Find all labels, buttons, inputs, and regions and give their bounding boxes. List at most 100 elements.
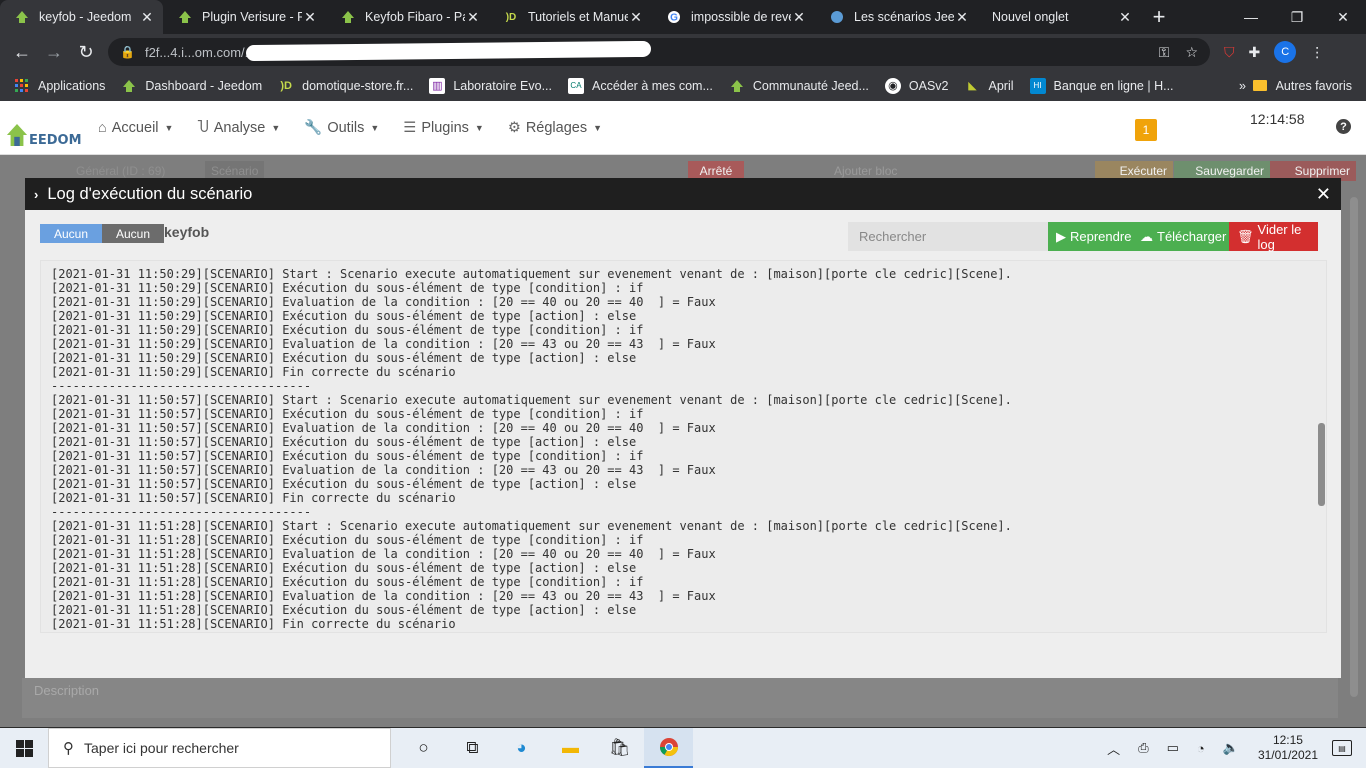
address-bar[interactable]: 🔒 f2f...4.i...om.com/... ⚿ ☆ <box>108 38 1210 66</box>
key-icon[interactable]: ⚿ <box>1159 44 1170 61</box>
lock-icon[interactable]: 🔒 <box>120 45 135 59</box>
log-separator: ------------------------------------ <box>51 505 312 519</box>
message-badge[interactable]: 1 <box>1135 119 1157 141</box>
resume-button[interactable]: ▶ Reprendre <box>1048 222 1132 251</box>
menu-label: Analyse <box>213 119 266 136</box>
filter-label-1[interactable]: Aucun <box>40 224 103 243</box>
cortana-icon[interactable]: ○ <box>399 728 448 768</box>
log-search-input[interactable]: Rechercher <box>848 222 1048 251</box>
bookmark-item[interactable]: Dashboard - Jeedom <box>121 78 262 94</box>
jeedom-page: EEDOM ⌂ Accueil ▼ Ⴎ Analyse ▼ 🔧 Outils ▼ ☰ Plug… <box>0 101 1366 727</box>
google-favicon-icon: G <box>666 9 682 25</box>
browser-tab[interactable]: )D Tutoriels et Manue ✕ <box>489 0 652 34</box>
new-tab-button[interactable]: + <box>1141 0 1177 34</box>
bookmark-item[interactable]: CA Accéder à mes com... <box>567 77 713 94</box>
file-explorer-icon[interactable]: ▬ <box>546 728 595 768</box>
bookmark-label: Communauté Jeed... <box>752 78 869 93</box>
menu-accueil[interactable]: ⌂ Accueil ▼ <box>98 119 173 136</box>
tab-close-icon[interactable]: ✕ <box>954 9 970 26</box>
window-close-icon[interactable]: ✕ <box>1320 0 1366 34</box>
task-view-icon[interactable]: ⧉ <box>448 728 497 768</box>
wifi-icon[interactable]: ◔ <box>1197 741 1205 756</box>
modal-title: Log d'exécution du scénario <box>47 184 253 203</box>
taskbar-search-input[interactable]: ⚲ Taper ici pour rechercher <box>48 728 391 768</box>
log-line: [2021-01-31 11:50:57][SCENARIO] Exécutio… <box>51 477 637 491</box>
other-bookmarks-button[interactable]: Autres favoris <box>1252 79 1352 93</box>
profile-avatar[interactable]: C <box>1274 41 1297 63</box>
jeedom-logo[interactable]: EEDOM <box>6 108 88 148</box>
bookmark-item[interactable]: ▥ Laboratoire Evo... <box>429 77 552 94</box>
tab-close-icon[interactable]: ✕ <box>465 9 481 26</box>
browser-menu-icon[interactable]: ⋮ <box>1310 44 1324 61</box>
store-icon[interactable]: 🛍 <box>595 728 644 768</box>
tab-title: Nouvel onglet <box>992 10 1069 24</box>
clear-log-button[interactable]: 🗑 Vider le log <box>1229 222 1318 252</box>
jeedom-favicon-icon <box>14 9 30 25</box>
menu-reglages[interactable]: ⚙ Réglages ▼ <box>508 119 602 136</box>
jeedom-clock: 12:14:58 <box>1250 111 1305 127</box>
bookmark-item[interactable]: Communauté Jeed... <box>729 78 869 94</box>
tab-title: impossible de reve <box>691 10 791 24</box>
download-button[interactable]: ☁ Télécharger <box>1132 222 1229 251</box>
menu-plugins[interactable]: ☰ Plugins ▼ <box>403 119 483 136</box>
apps-grid-icon <box>14 78 30 94</box>
log-scrollbar-thumb[interactable] <box>1318 423 1325 506</box>
bookmarks-overflow-button[interactable]: » <box>1239 79 1246 93</box>
log-line: [2021-01-31 11:50:29][SCENARIO] Exécutio… <box>51 323 644 337</box>
bookmarks-bar: Applications Dashboard - Jeedom )D domot… <box>0 70 1366 101</box>
bookmark-item[interactable]: )D domotique-store.fr... <box>278 78 413 94</box>
extensions-icon[interactable]: ✚ <box>1249 44 1261 61</box>
start-button[interactable] <box>0 739 48 757</box>
restore-icon[interactable]: ❐ <box>1274 0 1320 34</box>
browser-toolbar: ← → ↻ 🔒 f2f...4.i...om.com/... ⚿ ☆ ⛉ ✚ C… <box>0 34 1366 70</box>
log-line: [2021-01-31 11:51:28][SCENARIO] Start : … <box>51 519 1012 533</box>
description-field: Description <box>22 678 1338 718</box>
star-icon[interactable]: ☆ <box>1185 44 1198 61</box>
tab-close-icon[interactable]: ✕ <box>139 9 155 26</box>
tab-close-icon[interactable]: ✕ <box>302 9 318 26</box>
resume-label: Reprendre <box>1070 229 1132 244</box>
bookmark-label: Applications <box>38 78 106 93</box>
reload-icon[interactable]: ↻ <box>70 42 102 63</box>
brave-shield-icon[interactable]: ⛉ <box>1224 44 1235 61</box>
system-tray: ︿ ⎙ ▭ ◔ 🔈 12:15 31/01/2021 ▤ <box>1098 728 1366 768</box>
browser-tab[interactable]: Nouvel onglet ✕ <box>978 0 1141 34</box>
back-icon[interactable]: ← <box>6 42 38 63</box>
battery-icon[interactable]: ▭ <box>1167 740 1179 756</box>
notification-icon[interactable]: ▤ <box>1332 740 1352 756</box>
scenario-log-modal: › Log d'exécution du scénario ✕ Aucun Au… <box>25 178 1341 678</box>
tab-close-icon[interactable]: ✕ <box>628 9 644 26</box>
log-line: [2021-01-31 11:50:57][SCENARIO] Evaluati… <box>51 463 716 477</box>
tab-close-icon[interactable]: ✕ <box>791 9 807 26</box>
filter-label-2[interactable]: Aucun <box>102 224 165 243</box>
tab-close-icon[interactable]: ✕ <box>1117 9 1133 26</box>
log-line: [2021-01-31 11:50:29][SCENARIO] Fin corr… <box>51 365 456 379</box>
bookmark-label: OASv2 <box>908 78 949 93</box>
usb-icon[interactable]: ⎙ <box>1138 740 1148 756</box>
browser-tab[interactable]: Les scénarios Jeed ✕ <box>815 0 978 34</box>
forward-icon[interactable]: → <box>38 42 70 63</box>
page-scrollbar[interactable] <box>1350 197 1358 697</box>
log-content[interactable]: [2021-01-31 11:50:29][SCENARIO] Start : … <box>40 260 1327 633</box>
browser-tab[interactable]: G impossible de reve ✕ <box>652 0 815 34</box>
menu-outils[interactable]: 🔧 Outils ▼ <box>304 119 379 137</box>
edge-icon[interactable]: ◕ <box>497 728 546 768</box>
minimize-icon[interactable]: — <box>1228 0 1274 34</box>
browser-tab[interactable]: Keyfob Fibaro - Pa ✕ <box>326 0 489 34</box>
chrome-icon[interactable] <box>644 728 693 768</box>
browser-tab[interactable]: keyfob - Jeedom ✕ <box>0 0 163 34</box>
bookmark-item[interactable]: Applications <box>14 78 105 94</box>
bookmark-item[interactable]: ◣ April <box>965 78 1013 94</box>
bookmark-item[interactable]: HI Banque en ligne | H... <box>1029 77 1174 94</box>
taskbar-clock[interactable]: 12:15 31/01/2021 <box>1258 733 1318 763</box>
close-icon[interactable]: ✕ <box>1316 184 1331 205</box>
logo-text: EEDOM <box>29 132 82 148</box>
help-icon[interactable]: ? <box>1336 119 1351 134</box>
volume-icon[interactable]: 🔈 <box>1223 740 1239 756</box>
log-toolbar: Aucun Aucun keyfob Rechercher ▶ Reprendre… <box>40 222 1320 252</box>
browser-tab[interactable]: Plugin Verisure - P ✕ <box>163 0 326 34</box>
bookmark-item[interactable]: ◉ OASv2 <box>884 77 949 94</box>
log-text: [2021-01-31 11:50:29][SCENARIO] Start : … <box>41 261 1326 632</box>
chevron-up-icon[interactable]: ︿ <box>1107 739 1120 758</box>
menu-analyse[interactable]: Ⴎ Analyse ▼ <box>197 119 280 136</box>
